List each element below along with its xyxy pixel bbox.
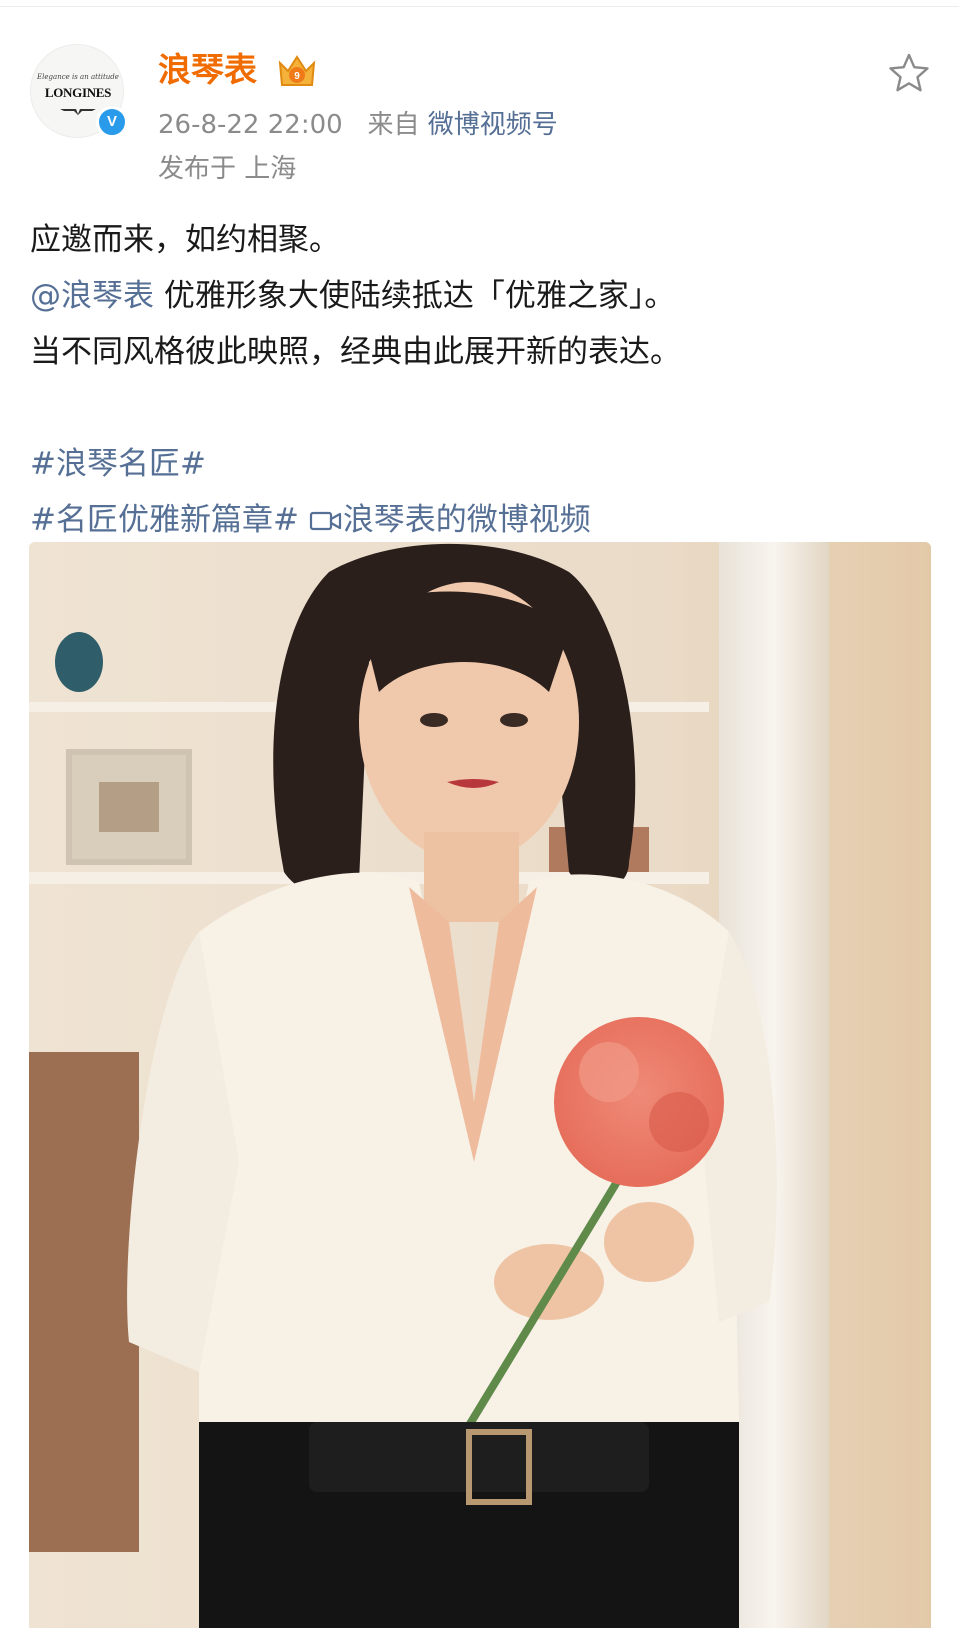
video-link-text: 浪琴表的微博视频 <box>342 502 591 538</box>
hashtag-line-1: #浪琴名匠# <box>30 436 930 492</box>
post-meta: 26-8-22 22:00 来自 微博视频号 <box>158 108 558 142</box>
content-line-3: 当不同风格彼此映照，经典由此展开新的表达。 <box>30 334 681 370</box>
avatar-script-text: Elegance is an attitude <box>37 73 119 81</box>
content-line-2-text: 优雅形象大使陆续抵达「优雅之家」。 <box>154 278 676 314</box>
post-location: 发布于 上海 <box>158 154 297 184</box>
video-link[interactable]: 浪琴表的微博视频 <box>309 502 591 538</box>
hashtag-link[interactable]: #名匠优雅新篇章# <box>30 502 299 538</box>
source-link[interactable]: 微博视频号 <box>428 110 558 140</box>
star-outline-icon[interactable] <box>888 52 930 94</box>
avatar-brand-text: LONGINES <box>44 85 112 100</box>
hashtag-link[interactable]: #浪琴名匠# <box>30 446 206 482</box>
video-thumbnail[interactable] <box>29 542 931 1628</box>
username[interactable]: 浪琴表 <box>158 50 257 90</box>
mention-link[interactable]: @浪琴表 <box>30 278 154 314</box>
verified-badge-icon: V <box>96 106 128 138</box>
top-divider <box>0 6 959 7</box>
post-timestamp: 26-8-22 22:00 <box>158 110 343 140</box>
source-prefix: 来自 <box>367 110 420 140</box>
crown-badge-icon[interactable]: 9 <box>274 51 320 91</box>
hashtag-line-2: #名匠优雅新篇章# 浪琴表的微博视频 <box>30 492 930 548</box>
post-content: 应邀而来，如约相聚。 @浪琴表 优雅形象大使陆续抵达「优雅之家」。 当不同风格彼… <box>30 212 930 548</box>
content-line-2: @浪琴表 优雅形象大使陆续抵达「优雅之家」。 <box>30 268 930 324</box>
video-scene-image <box>29 542 931 1628</box>
content-line-1: 应邀而来，如约相聚。 <box>30 222 340 258</box>
svg-text:9: 9 <box>294 71 300 82</box>
video-camera-icon <box>309 511 341 531</box>
